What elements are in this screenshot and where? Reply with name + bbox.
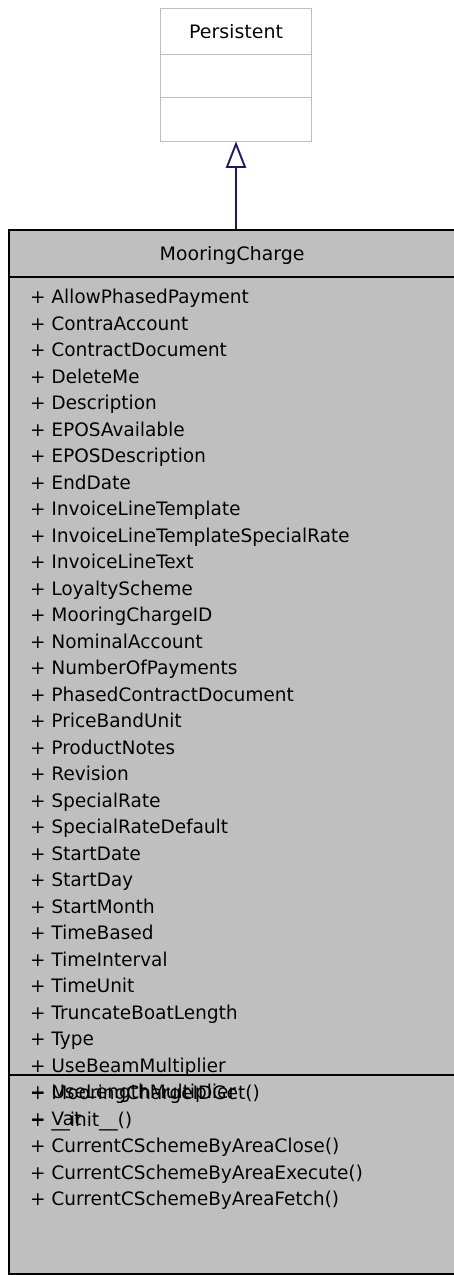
attribute-item: + SpecialRate: [30, 790, 161, 812]
attribute-item: + TimeUnit: [30, 976, 135, 997]
attributes-compartment: + AllowPhasedPayment + ContraAccount + Con…: [10, 278, 454, 1130]
attribute-item: + InvoiceLineTemplate: [30, 499, 241, 520]
attribute-item: + EndDate: [30, 472, 131, 494]
attribute-item: + TruncateBoatLength: [30, 1002, 238, 1024]
attribute-item: + AllowPhasedPayment: [30, 287, 249, 308]
attribute-item: + DeleteMe: [30, 366, 140, 388]
attribute-item: + EPOSDescription: [30, 446, 206, 467]
attribute-item: + InvoiceLineText: [30, 552, 194, 573]
class-mooringcharge[interactable]: MooringCharge + AllowPhasedPayment + Cont…: [8, 229, 454, 1275]
attribute-item: + EPOSAvailable: [30, 419, 185, 441]
attribute-item: + TimeInterval: [30, 949, 168, 971]
operation-item: + CurrentCSchemeByAreaFetch(): [30, 1189, 340, 1210]
operation-item: + CurrentCSchemeByAreaExecute(): [30, 1162, 363, 1184]
operations-compartment: + MooringChargeIDGet() + __init__() + Curr…: [10, 1076, 454, 1214]
attribute-item: + PhasedContractDocument: [30, 684, 294, 706]
attribute-item: + StartDay: [30, 870, 134, 891]
attribute-item: + NominalAccount: [30, 631, 203, 653]
attribute-item: + TimeBased: [30, 923, 154, 944]
attribute-item: + ProductNotes: [30, 737, 176, 759]
inheritance-arrowhead-icon: [225, 141, 247, 168]
class-name: MooringCharge: [10, 231, 454, 278]
attribute-item: + InvoiceLineTemplateSpecialRate: [30, 525, 350, 547]
attribute-item: + LoyaltyScheme: [30, 578, 193, 600]
operation-item: + CurrentCSchemeByAreaClose(): [30, 1136, 340, 1157]
operation-item: + MooringChargeIDGet(): [30, 1083, 260, 1104]
attribute-item: + ContractDocument: [30, 340, 227, 361]
attribute-item: + Type: [30, 1029, 94, 1050]
attribute-item: + MooringChargeID: [30, 605, 213, 626]
attribute-item: + NumberOfPayments: [30, 658, 238, 679]
inheritance-arrow: [225, 141, 247, 229]
attribute-item: + SpecialRateDefault: [30, 817, 229, 838]
attribute-item: + ContraAccount: [30, 313, 189, 335]
attribute-item: + StartMonth: [30, 896, 155, 918]
attribute-item: + PriceBandUnit: [30, 711, 182, 732]
attribute-item: + StartDate: [30, 843, 141, 865]
attribute-item: + Description: [30, 393, 157, 414]
operation-item: + __init__(): [30, 1109, 133, 1131]
attribute-item: + Revision: [30, 764, 129, 785]
